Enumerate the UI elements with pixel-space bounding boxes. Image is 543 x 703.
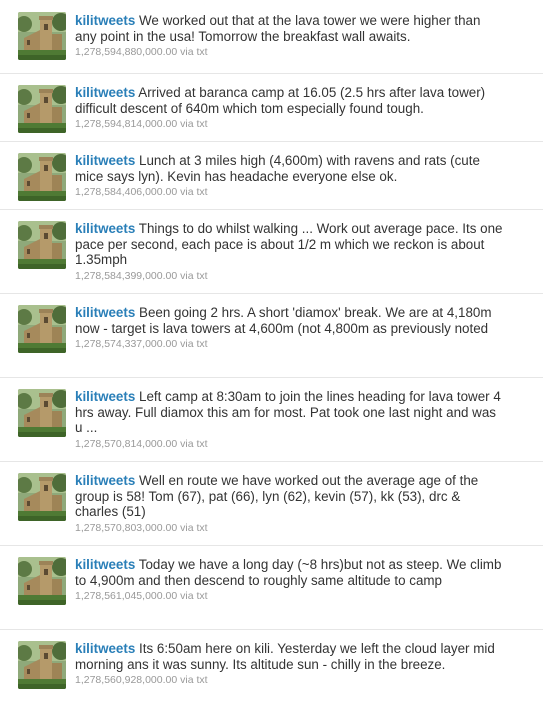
tweet-item: kilitweets Well en route we have worked … <box>0 461 543 545</box>
avatar[interactable] <box>18 305 66 353</box>
username-link[interactable]: kilitweets <box>75 13 135 28</box>
username-link[interactable]: kilitweets <box>75 305 135 320</box>
tweet-meta: 1,278,584,406,000.00 via txt <box>75 186 505 199</box>
tweet-source: via txt <box>180 338 208 350</box>
username-link[interactable]: kilitweets <box>75 641 135 656</box>
tweet-source: via txt <box>180 186 208 198</box>
avatar[interactable] <box>18 12 66 60</box>
avatar[interactable] <box>18 85 66 133</box>
avatar[interactable] <box>18 153 66 201</box>
avatar[interactable] <box>18 641 66 689</box>
tweet-body: kilitweets We worked out that at the lav… <box>75 13 505 44</box>
avatar[interactable] <box>18 473 66 521</box>
tweet-id[interactable]: 1,278,594,814,000.00 <box>75 118 177 130</box>
church-tower-photo-icon <box>18 85 66 133</box>
tweet-content: kilitweets We worked out that at the lav… <box>75 13 505 59</box>
username-link[interactable]: kilitweets <box>75 389 135 404</box>
tweet-content: kilitweets Things to do whilst walking .… <box>75 221 505 283</box>
church-tower-photo-icon <box>18 557 66 605</box>
tweet-item: kilitweets Arrived at baranca camp at 16… <box>0 73 543 141</box>
tweet-meta: 1,278,570,803,000.00 via txt <box>75 522 505 535</box>
tweet-meta: 1,278,584,399,000.00 via txt <box>75 270 505 283</box>
tweet-body: kilitweets Arrived at baranca camp at 16… <box>75 85 505 116</box>
tweet-content: kilitweets Been going 2 hrs. A short 'di… <box>75 305 505 351</box>
username-link[interactable]: kilitweets <box>75 221 135 236</box>
church-tower-photo-icon <box>18 305 66 353</box>
username-link[interactable]: kilitweets <box>75 85 135 100</box>
tweet-id[interactable]: 1,278,570,814,000.00 <box>75 438 177 450</box>
tweet-id[interactable]: 1,278,574,337,000.00 <box>75 338 177 350</box>
tweet-meta: 1,278,574,337,000.00 via txt <box>75 338 505 351</box>
church-tower-photo-icon <box>18 473 66 521</box>
tweet-content: kilitweets Its 6:50am here on kili. Yest… <box>75 641 505 687</box>
tweet-id[interactable]: 1,278,570,803,000.00 <box>75 522 177 534</box>
avatar[interactable] <box>18 389 66 437</box>
tweet-source: via txt <box>180 269 208 282</box>
tweet-meta: 1,278,570,814,000.00 via txt <box>75 438 505 451</box>
username-link[interactable]: kilitweets <box>75 557 135 572</box>
church-tower-photo-icon <box>18 641 66 689</box>
tweet-text: Things to do whilst walking ... Work out… <box>75 221 503 267</box>
tweet-body: kilitweets Its 6:50am here on kili. Yest… <box>75 641 505 672</box>
tweet-source: via txt <box>180 521 208 534</box>
username-link[interactable]: kilitweets <box>75 473 135 488</box>
church-tower-photo-icon <box>18 221 66 269</box>
avatar[interactable] <box>18 557 66 605</box>
tweet-item: kilitweets Left camp at 8:30am to join t… <box>0 377 543 461</box>
tweet-text: Today we have a long day (~8 hrs)but not… <box>75 557 502 588</box>
tweet-content: kilitweets Lunch at 3 miles high (4,600m… <box>75 153 505 199</box>
tweet-source: via txt <box>180 437 208 450</box>
tweet-meta: 1,278,594,814,000.00 via txt <box>75 118 505 131</box>
tweet-text: Left camp at 8:30am to join the lines he… <box>75 389 501 435</box>
tweet-text: Been going 2 hrs. A short 'diamox' break… <box>75 305 492 336</box>
tweet-text: Its 6:50am here on kili. Yesterday we le… <box>75 641 495 672</box>
tweet-content: kilitweets Today we have a long day (~8 … <box>75 557 505 603</box>
tweet-id[interactable]: 1,278,561,045,000.00 <box>75 590 177 602</box>
tweet-body: kilitweets Things to do whilst walking .… <box>75 221 505 268</box>
tweet-content: kilitweets Left camp at 8:30am to join t… <box>75 389 505 451</box>
church-tower-photo-icon <box>18 389 66 437</box>
tweet-body: kilitweets Lunch at 3 miles high (4,600m… <box>75 153 505 184</box>
tweet-item: kilitweets Things to do whilst walking .… <box>0 209 543 293</box>
tweet-source: via txt <box>180 674 208 686</box>
username-link[interactable]: kilitweets <box>75 153 135 168</box>
tweet-text: We worked out that at the lava tower we … <box>75 13 481 44</box>
tweet-item: kilitweets Been going 2 hrs. A short 'di… <box>0 293 543 377</box>
tweet-source: via txt <box>180 590 208 602</box>
tweet-item: kilitweets Today we have a long day (~8 … <box>0 545 543 629</box>
tweet-content: kilitweets Arrived at baranca camp at 16… <box>75 85 505 131</box>
tweet-body: kilitweets Well en route we have worked … <box>75 473 505 520</box>
tweet-id[interactable]: 1,278,560,928,000.00 <box>75 674 177 686</box>
tweet-id[interactable]: 1,278,594,880,000.00 <box>75 46 177 58</box>
church-tower-photo-icon <box>18 153 66 201</box>
tweet-meta: 1,278,560,928,000.00 via txt <box>75 674 505 687</box>
tweet-body: kilitweets Left camp at 8:30am to join t… <box>75 389 505 436</box>
tweet-body: kilitweets Been going 2 hrs. A short 'di… <box>75 305 505 336</box>
tweet-item: kilitweets We worked out that at the lav… <box>0 0 543 73</box>
church-tower-photo-icon <box>18 12 66 60</box>
tweet-meta: 1,278,594,880,000.00 via txt <box>75 46 505 59</box>
tweet-body: kilitweets Today we have a long day (~8 … <box>75 557 505 588</box>
tweet-content: kilitweets Well en route we have worked … <box>75 473 505 535</box>
tweet-item: kilitweets Lunch at 3 miles high (4,600m… <box>0 141 543 209</box>
tweet-source: via txt <box>180 118 208 130</box>
tweet-meta: 1,278,561,045,000.00 via txt <box>75 590 505 603</box>
tweet-id[interactable]: 1,278,584,406,000.00 <box>75 186 177 198</box>
tweet-id[interactable]: 1,278,584,399,000.00 <box>75 270 177 282</box>
tweet-text: Arrived at baranca camp at 16.05 (2.5 hr… <box>75 85 486 116</box>
tweet-text: Lunch at 3 miles high (4,600m) with rave… <box>75 153 480 184</box>
tweet-text: Well en route we have worked out the ave… <box>75 473 479 519</box>
tweet-feed: kilitweets We worked out that at the lav… <box>0 0 543 703</box>
tweet-item: kilitweets Its 6:50am here on kili. Yest… <box>0 629 543 703</box>
avatar[interactable] <box>18 221 66 269</box>
tweet-source: via txt <box>180 46 208 58</box>
